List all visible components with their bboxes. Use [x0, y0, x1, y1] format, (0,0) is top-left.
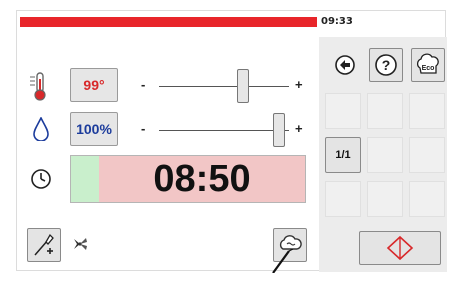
timer-display[interactable]: 08:50	[70, 155, 306, 203]
svg-text:?: ?	[382, 57, 391, 73]
start-stop-button[interactable]	[359, 231, 441, 265]
clock-time: 09:33	[321, 16, 353, 27]
temperature-slider-thumb[interactable]	[237, 69, 249, 103]
grid-cell	[367, 181, 403, 217]
temperature-slider-track[interactable]	[159, 86, 289, 87]
timer-value: 08:50	[153, 157, 251, 200]
core-probe-button[interactable]	[27, 228, 61, 262]
water-drop-icon	[33, 116, 49, 146]
svg-text:Eco: Eco	[422, 65, 435, 72]
temperature-plus[interactable]: +	[295, 77, 303, 92]
humidity-slider-track[interactable]	[159, 130, 289, 131]
timer-progress-green	[71, 156, 99, 202]
grid-cell	[367, 93, 403, 129]
right-panel: ? Eco 1/1	[319, 37, 447, 272]
grid-cell	[409, 93, 445, 129]
humidity-value: 100%	[76, 121, 112, 137]
back-arrow-icon	[335, 55, 355, 75]
fan-icon[interactable]	[71, 235, 91, 258]
status-bar-red	[20, 17, 317, 27]
temperature-value-button[interactable]: 99°	[70, 68, 118, 102]
grid-cell	[409, 137, 445, 173]
eco-chef-button[interactable]: Eco	[411, 48, 445, 82]
grid-cell	[409, 181, 445, 217]
grid-cell	[325, 93, 361, 129]
temperature-minus[interactable]: -	[141, 77, 145, 92]
grid-cell	[367, 137, 403, 173]
page-fraction-label: 1/1	[335, 149, 351, 161]
oven-screen: 09:33 99° - + 100% - + 08:50 ? Eco 1/1	[16, 10, 447, 273]
help-icon: ?	[375, 54, 397, 76]
clock-icon	[30, 168, 52, 195]
back-button[interactable]	[331, 51, 359, 79]
humidity-minus[interactable]: -	[141, 121, 145, 136]
humidity-slider-thumb[interactable]	[273, 113, 285, 147]
thermometer-icon	[29, 71, 51, 106]
grid-cell	[325, 181, 361, 217]
probe-icon	[34, 233, 54, 256]
start-stop-icon	[386, 235, 414, 261]
help-button[interactable]: ?	[369, 48, 403, 82]
page-fraction-button[interactable]: 1/1	[325, 137, 361, 173]
stylus-pointer	[272, 249, 294, 273]
temperature-value: 99°	[83, 77, 105, 93]
humidity-value-button[interactable]: 100%	[70, 112, 118, 146]
eco-chef-icon: Eco	[416, 53, 439, 74]
humidity-plus[interactable]: +	[295, 121, 303, 136]
